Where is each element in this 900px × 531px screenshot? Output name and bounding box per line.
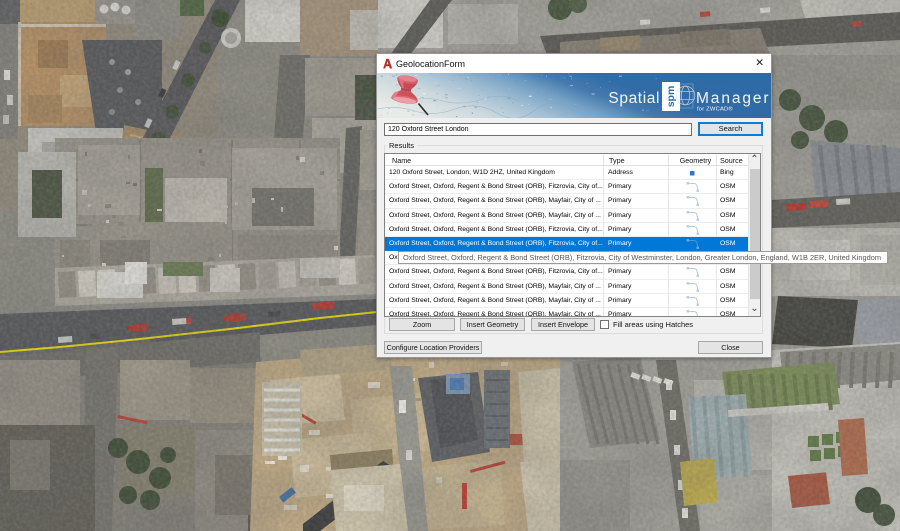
svg-text:Manager: Manager — [696, 90, 770, 107]
svg-text:spm: spm — [665, 86, 677, 108]
svg-text:Spatial: Spatial — [608, 90, 660, 107]
svg-text:for ZWCAD®: for ZWCAD® — [697, 106, 733, 113]
